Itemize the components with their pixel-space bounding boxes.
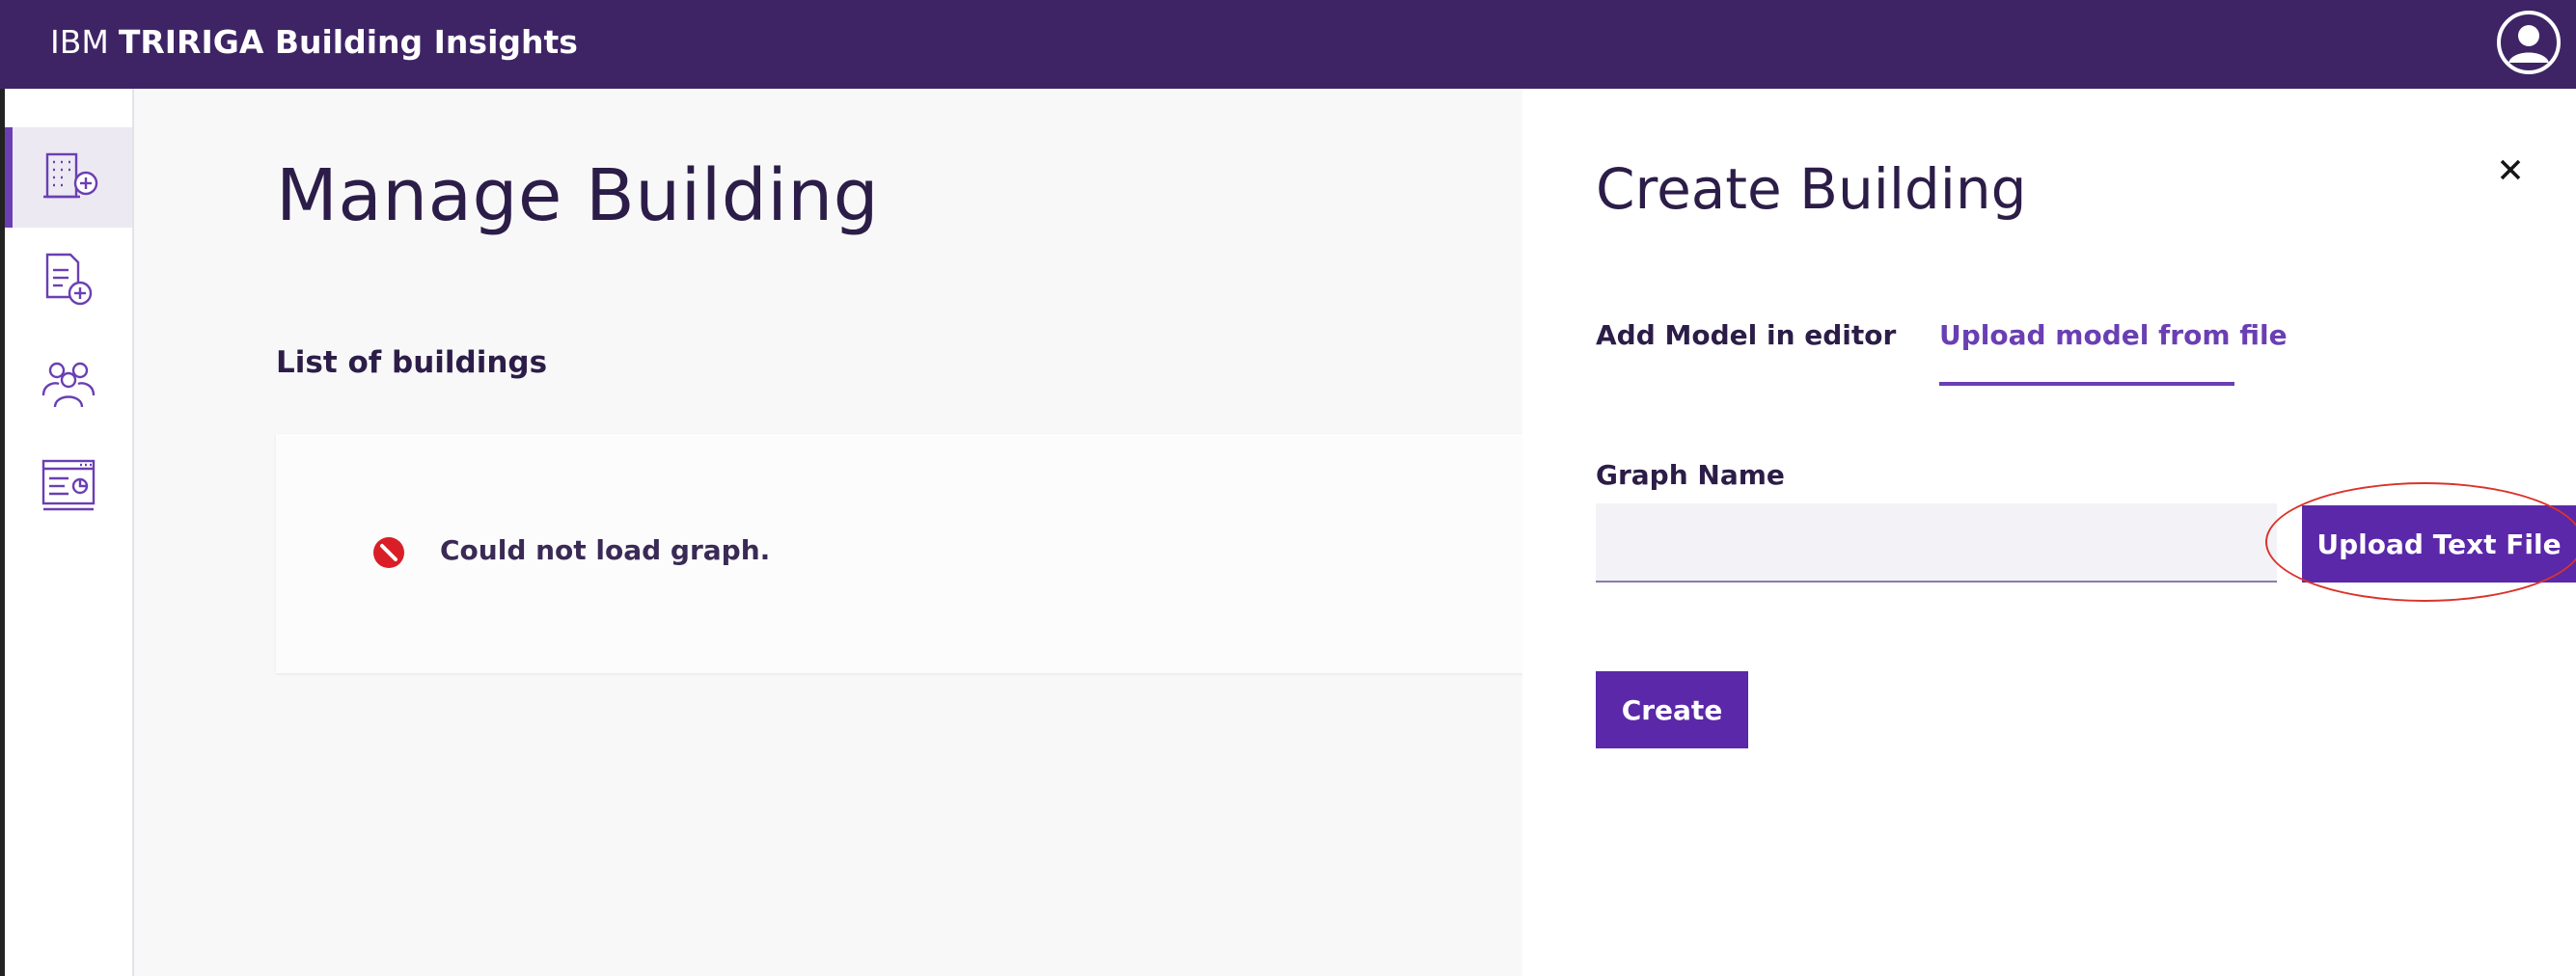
tab-upload-model-from-file[interactable]: Upload model from file <box>1939 316 2288 386</box>
document-add-icon <box>45 253 93 306</box>
sidebar-item-add-document[interactable] <box>5 230 132 330</box>
tab-add-model-in-editor[interactable]: Add Model in editor <box>1596 316 1896 386</box>
top-header: IBM TRIRIGA Building Insights <box>0 0 2576 89</box>
sidebar-nav <box>5 89 134 976</box>
page-title: Manage Building <box>276 154 880 237</box>
upload-text-file-button[interactable]: Upload Text File <box>2302 505 2576 583</box>
brand-name: TRIRIGA Building Insights <box>118 23 578 61</box>
graph-name-label: Graph Name <box>1596 459 1785 491</box>
sidebar-item-dashboard[interactable] <box>5 434 132 534</box>
create-building-panel: Create Building Add Model in editor Uplo… <box>1522 89 2576 976</box>
create-button[interactable]: Create <box>1596 671 1748 748</box>
section-title: List of buildings <box>276 345 548 380</box>
building-add-icon <box>43 152 98 199</box>
users-icon <box>41 362 96 408</box>
close-icon <box>2500 159 2521 180</box>
sidebar-item-manage-building[interactable] <box>5 127 132 228</box>
graph-container: Could not load graph. <box>276 434 1530 673</box>
graph-name-input[interactable] <box>1596 503 2277 583</box>
blocked-error-icon <box>372 536 405 569</box>
brand-prefix: IBM <box>50 23 109 61</box>
user-avatar-icon[interactable] <box>2497 11 2561 74</box>
panel-title: Create Building <box>1596 156 2027 222</box>
dashboard-icon <box>41 459 96 511</box>
close-button[interactable] <box>2487 147 2534 193</box>
sidebar-item-users[interactable] <box>5 332 132 432</box>
app-window: IBM TRIRIGA Building Insights Manage Bui… <box>0 0 2576 976</box>
error-message: Could not load graph. <box>440 534 771 566</box>
app-brand[interactable]: IBM TRIRIGA Building Insights <box>50 0 578 89</box>
